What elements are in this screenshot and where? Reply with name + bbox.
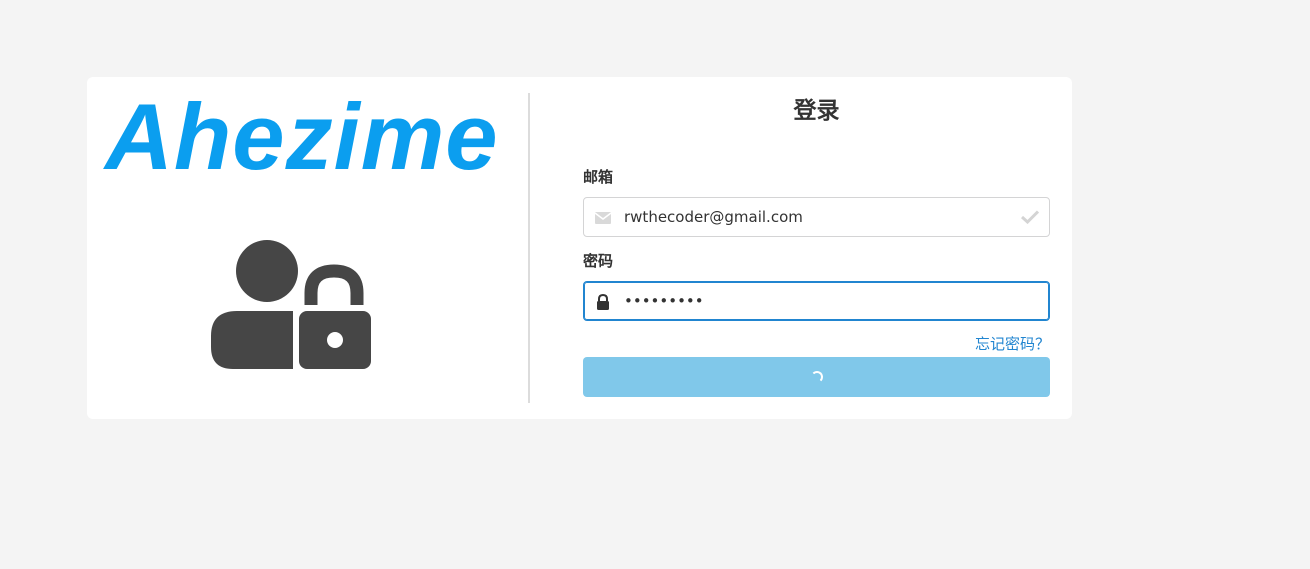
password-value: ••••••••• [624,292,704,310]
login-card: Ahezime 登录 邮箱 rwthecoder@gmail.com 密码 ••… [87,77,1072,419]
brand-logo: Ahezime [105,84,499,189]
checkmark-icon [1021,210,1039,224]
forgot-password-link[interactable]: 忘记密码？ [975,335,1050,353]
login-submit-button[interactable] [583,357,1050,397]
form-title: 登录 [793,98,840,124]
email-label: 邮箱 [583,168,614,186]
user-lock-icon [211,240,371,369]
password-label: 密码 [583,252,614,270]
lock-icon [597,294,609,310]
vertical-divider [528,93,530,403]
email-field[interactable]: rwthecoder@gmail.com [583,197,1050,237]
spinner-icon [810,371,823,383]
envelope-icon [595,212,611,224]
password-field[interactable]: ••••••••• [583,281,1050,321]
email-value: rwthecoder@gmail.com [624,208,803,226]
